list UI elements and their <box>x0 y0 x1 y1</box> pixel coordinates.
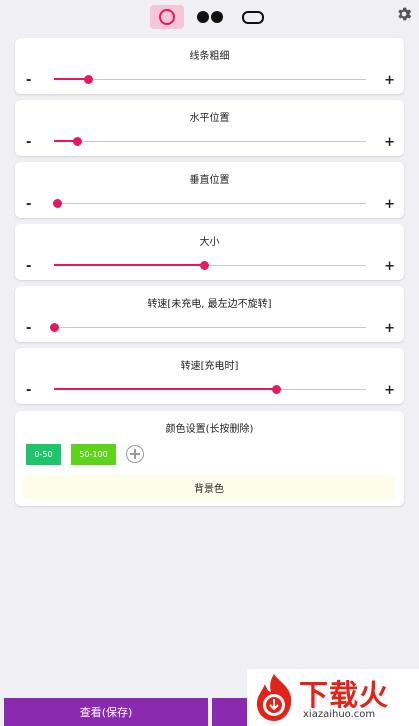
decrease-button[interactable]: - <box>26 197 31 212</box>
slider-track[interactable] <box>53 199 366 208</box>
ring-icon <box>159 9 175 25</box>
color-settings-card: 颜色设置(长按删除) 0-50 50-100 背景色 <box>15 411 404 506</box>
top-bar <box>0 0 419 34</box>
slider-label: 转速[未充电, 最左边不旋转] <box>147 299 272 310</box>
flame-logo-icon <box>256 674 292 721</box>
slider-label: 垂直位置 <box>189 175 230 186</box>
slider-track[interactable] <box>54 137 366 146</box>
gear-icon[interactable] <box>395 5 413 23</box>
increase-button[interactable]: + <box>384 73 395 88</box>
dot-icon <box>211 11 223 23</box>
slider-card-vertical-position: 垂直位置 - + <box>15 162 404 218</box>
increase-button[interactable]: + <box>384 197 395 212</box>
slider-thumb[interactable] <box>53 199 63 208</box>
decrease-button[interactable]: - <box>26 383 31 398</box>
slider-thumb[interactable] <box>73 137 83 146</box>
slider-thumb[interactable] <box>199 261 209 270</box>
color-chip[interactable]: 50-100 <box>71 444 116 465</box>
background-color-button[interactable]: 背景色 <box>23 475 395 499</box>
pill-style-tab[interactable] <box>238 5 268 29</box>
slider-label: 大小 <box>199 237 220 248</box>
decrease-button[interactable]: - <box>26 73 31 88</box>
ring-style-tab[interactable] <box>150 5 184 29</box>
slider-card-speed-not-charging: 转速[未充电, 最左边不旋转] - + <box>15 286 404 342</box>
slider-label: 水平位置 <box>189 113 230 124</box>
slider-fill <box>54 264 204 266</box>
watermark-url: xiazaihuo.com <box>303 709 376 720</box>
slider-fill <box>54 78 89 80</box>
color-chip[interactable]: 0-50 <box>26 444 61 465</box>
slider-track[interactable] <box>54 385 366 394</box>
watermark: 下载火 xiazaihuo.com <box>247 669 419 726</box>
decrease-button[interactable]: - <box>26 135 31 150</box>
slider-label: 线条粗细 <box>189 51 230 62</box>
increase-button[interactable]: + <box>384 321 395 336</box>
decrease-button[interactable]: - <box>26 321 31 336</box>
slider-card-horizontal-position: 水平位置 - + <box>15 100 404 156</box>
decrease-button[interactable]: - <box>26 259 31 274</box>
increase-button[interactable]: + <box>384 383 395 398</box>
dots-style-tab[interactable] <box>193 5 227 29</box>
slider-track[interactable] <box>54 75 366 84</box>
slider-track[interactable] <box>50 323 366 332</box>
add-color-icon[interactable] <box>126 445 144 463</box>
pill-icon <box>242 10 264 24</box>
slider-track[interactable] <box>54 261 366 270</box>
view-save-button[interactable]: 查看(保存) <box>4 698 208 726</box>
increase-button[interactable]: + <box>384 135 395 150</box>
slider-thumb[interactable] <box>84 75 94 84</box>
watermark-brand: 下载火 <box>299 678 390 712</box>
slider-label: 转速[充电时] <box>180 361 239 372</box>
slider-thumb[interactable] <box>50 323 59 332</box>
slider-fill <box>54 388 276 390</box>
slider-card-size: 大小 - + <box>15 224 404 280</box>
slider-card-line-thickness: 线条粗细 - + <box>15 38 404 94</box>
color-settings-title: 颜色设置(长按删除) <box>165 424 254 435</box>
increase-button[interactable]: + <box>384 259 395 274</box>
slider-thumb[interactable] <box>271 385 281 394</box>
slider-card-speed-charging: 转速[充电时] - + <box>15 348 404 404</box>
dot-icon <box>197 11 209 23</box>
